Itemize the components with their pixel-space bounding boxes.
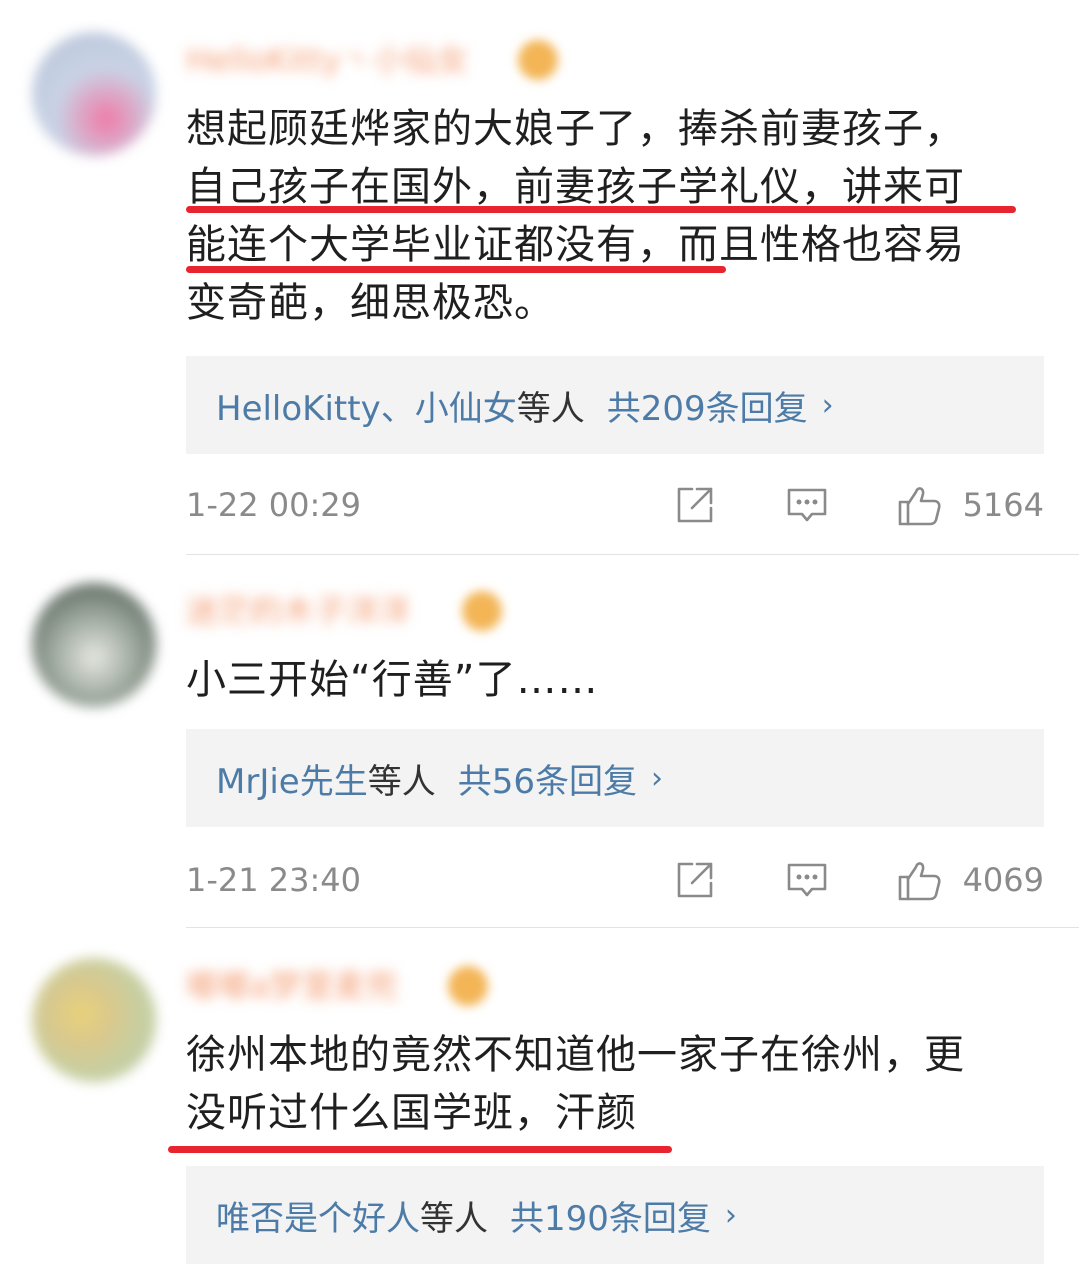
reply-summary[interactable]: HelloKitty、小仙女 等人 共209条回复 › bbox=[186, 356, 1044, 454]
reply-names[interactable]: MrJie先生 bbox=[216, 754, 368, 803]
comment-meta: 1-21 23:40 4069 bbox=[186, 857, 1044, 907]
comment-icon[interactable] bbox=[784, 857, 830, 903]
comment-text-line: 想起顾廷烨家的大娘子了，捧杀前妻孩子， bbox=[186, 106, 965, 152]
comment-icon[interactable] bbox=[784, 482, 830, 528]
highlight-underline bbox=[168, 1146, 672, 1153]
comment-text: 小三开始“行善”了…… bbox=[186, 651, 1036, 709]
reply-count[interactable]: 共209条回复 bbox=[607, 381, 808, 430]
comment-text: 徐州本地的竟然不知道他一家子在徐州，更 没听过什么国学班，汗颜 bbox=[186, 1026, 1036, 1142]
comment-item: 迷茫的木子洋洋 小三开始“行善”了…… MrJie先生 等人 共56条回复 › … bbox=[0, 555, 1079, 928]
share-icon[interactable] bbox=[672, 482, 718, 528]
chevron-right-icon: › bbox=[821, 387, 834, 423]
avatar[interactable] bbox=[32, 583, 156, 707]
comment-text-line: 没听过什么国学班，汗颜 bbox=[186, 1090, 637, 1136]
comment-text: 想起顾廷烨家的大娘子了，捧杀前妻孩子， 自己孩子在国外，前妻孩子学礼仪，讲来可 … bbox=[186, 100, 1036, 332]
chevron-right-icon: › bbox=[650, 760, 663, 796]
reply-count[interactable]: 共190条回复 bbox=[510, 1191, 711, 1240]
comment-text-line: 变奇葩，细思极恐。 bbox=[186, 280, 555, 326]
reply-names[interactable]: 唯否是个好人 bbox=[216, 1191, 420, 1240]
reply-etc: 等人 bbox=[420, 1198, 488, 1239]
like-icon[interactable] bbox=[896, 482, 942, 528]
highlight-underline bbox=[186, 266, 726, 273]
avatar[interactable] bbox=[32, 32, 156, 156]
vip-badge-icon bbox=[518, 40, 558, 80]
comment-item: 嘟嘟a梦里麦兜 徐州本地的竟然不知道他一家子在徐州，更 没听过什么国学班，汗颜 … bbox=[0, 928, 1079, 1266]
reply-summary[interactable]: 唯否是个好人 等人 共190条回复 › bbox=[186, 1166, 1044, 1264]
reply-etc: 等人 bbox=[516, 388, 585, 429]
chevron-right-icon: › bbox=[724, 1197, 737, 1233]
comment-text-line: 徐州本地的竟然不知道他一家子在徐州，更 bbox=[186, 1032, 965, 1078]
reply-etc: 等人 bbox=[367, 761, 436, 802]
comment-item: HelloKitty丶小仙女 想起顾廷烨家的大娘子了，捧杀前妻孩子， 自己孩子在… bbox=[0, 0, 1079, 555]
like-count: 4069 bbox=[962, 861, 1044, 899]
comment-text-line: 小三开始“行善”了…… bbox=[186, 657, 599, 703]
highlight-underline bbox=[186, 206, 1016, 213]
avatar[interactable] bbox=[32, 958, 156, 1082]
comment-meta: 1-22 00:29 5164 bbox=[186, 482, 1044, 532]
like-count: 5164 bbox=[962, 486, 1044, 524]
timestamp: 1-22 00:29 bbox=[186, 486, 362, 524]
like-icon[interactable] bbox=[896, 857, 942, 903]
username[interactable]: HelloKitty丶小仙女 bbox=[186, 40, 469, 80]
username[interactable]: 嘟嘟a梦里麦兜 bbox=[186, 966, 398, 1006]
reply-count[interactable]: 共56条回复 bbox=[458, 754, 637, 803]
timestamp: 1-21 23:40 bbox=[186, 861, 362, 899]
reply-names[interactable]: HelloKitty、小仙女 bbox=[216, 381, 517, 430]
username[interactable]: 迷茫的木子洋洋 bbox=[186, 591, 410, 631]
reply-summary[interactable]: MrJie先生 等人 共56条回复 › bbox=[186, 729, 1044, 827]
share-icon[interactable] bbox=[672, 857, 718, 903]
vip-badge-icon bbox=[462, 591, 502, 631]
vip-badge-icon bbox=[448, 966, 488, 1006]
